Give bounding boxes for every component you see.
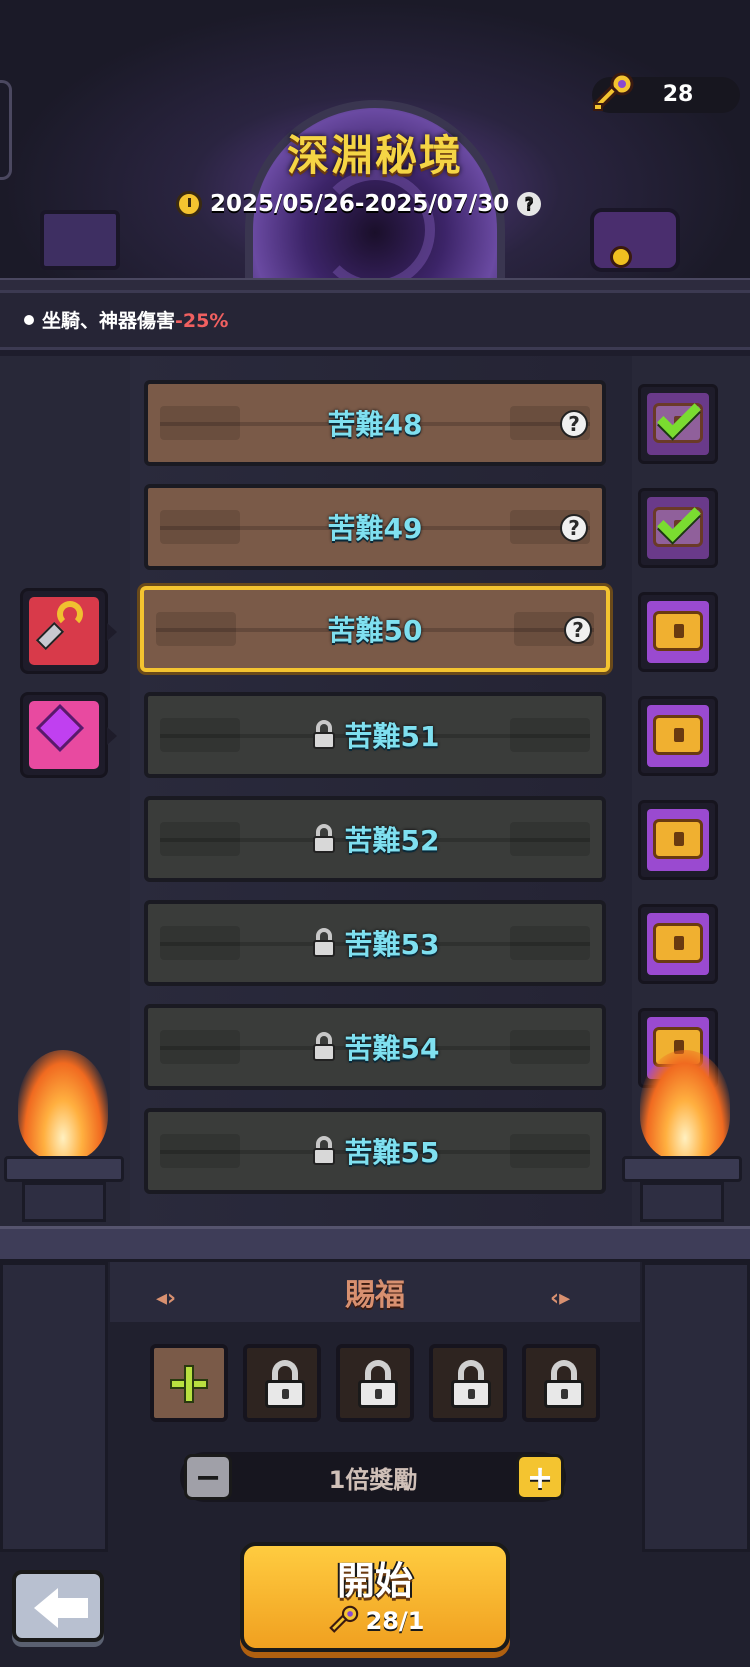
lock-icon xyxy=(311,824,337,854)
chest-52[interactable] xyxy=(638,800,718,880)
brazier-left xyxy=(4,1156,124,1182)
blessing-locked-slot[interactable] xyxy=(522,1344,600,1422)
blessing-locked-slot[interactable] xyxy=(243,1344,321,1422)
reward-pink-crystal[interactable] xyxy=(20,692,117,778)
modifier-value: -25% xyxy=(175,310,229,332)
chest-claimed-48[interactable] xyxy=(638,384,718,464)
decoration-crate xyxy=(40,210,120,270)
back-arrow-icon xyxy=(34,1588,58,1628)
lock-icon xyxy=(544,1360,584,1410)
chest-51[interactable] xyxy=(638,696,718,776)
start-cost: 28/1 xyxy=(240,1604,510,1638)
level-row-55[interactable]: 苦難55 xyxy=(144,1108,606,1194)
stone-ledge xyxy=(0,1226,750,1262)
clock-icon xyxy=(176,191,202,217)
chest-claimed-49[interactable] xyxy=(638,488,718,568)
level-label: 苦難50 xyxy=(327,614,423,647)
brazier-stand-left xyxy=(22,1182,106,1222)
level-row-48[interactable]: 苦難48 ? xyxy=(144,380,606,466)
key-icon xyxy=(592,72,634,111)
level-row-54[interactable]: 苦難54 xyxy=(144,1004,606,1090)
chest-53[interactable] xyxy=(638,904,718,984)
key-count: 28 xyxy=(662,82,694,107)
bullet-icon xyxy=(24,314,34,325)
modifier-label: 坐騎、神器傷害 xyxy=(42,310,176,332)
flame-right-icon xyxy=(640,1050,730,1160)
treasure-chest-icon xyxy=(653,715,703,755)
level-help-button[interactable]: ? xyxy=(560,514,588,542)
monster-eye-icon xyxy=(610,246,632,268)
start-cost-value: 28/1 xyxy=(365,1607,425,1635)
level-label: 苦難48 xyxy=(327,408,423,441)
lock-icon xyxy=(265,1360,305,1410)
treasure-chest-icon xyxy=(653,819,703,859)
horseshoe-icon xyxy=(57,601,83,627)
level-row-53[interactable]: 苦難53 xyxy=(144,900,606,986)
level-row-49[interactable]: 苦難49 ? xyxy=(144,484,606,570)
level-label: 苦難55 xyxy=(344,1136,440,1169)
multiplier-label: 1倍獎勵 xyxy=(328,1466,418,1494)
modifier-text: 坐騎、神器傷害-25% xyxy=(24,306,228,333)
level-label: 苦難52 xyxy=(344,824,440,857)
flame-left-icon xyxy=(18,1050,108,1160)
level-label: 苦難51 xyxy=(344,720,440,753)
event-date-range: 2025/05/26-2025/07/30 xyxy=(210,191,510,217)
lock-icon xyxy=(311,928,337,958)
lock-icon xyxy=(311,720,337,750)
key-icon xyxy=(328,1605,358,1633)
level-help-button[interactable]: ? xyxy=(564,616,592,644)
increase-multiplier-button[interactable]: + xyxy=(516,1454,564,1500)
lock-icon xyxy=(358,1360,398,1410)
page-title: 深淵秘境 xyxy=(286,131,463,180)
lock-icon xyxy=(451,1360,491,1410)
event-help-button[interactable]: ? xyxy=(517,192,542,216)
level-row-51[interactable]: 苦難51 xyxy=(144,692,606,778)
treasure-chest-icon xyxy=(653,611,703,651)
start-button-label: 開始 xyxy=(336,1559,413,1603)
blessing-title: 賜福 xyxy=(345,1278,405,1313)
blessing-locked-slot[interactable] xyxy=(429,1344,507,1422)
blessing-locked-slot[interactable] xyxy=(336,1344,414,1422)
level-label: 苦難53 xyxy=(344,928,440,961)
brazier-right xyxy=(622,1156,742,1182)
level-row-52[interactable]: 苦難52 xyxy=(144,796,606,882)
level-label: 苦難49 xyxy=(327,512,423,545)
header-divider xyxy=(0,278,750,290)
brazier-stand-right xyxy=(640,1182,724,1222)
level-help-button[interactable]: ? xyxy=(560,410,588,438)
reward-hammer-horseshoe[interactable] xyxy=(20,588,117,674)
blessing-add-slot[interactable] xyxy=(150,1344,228,1422)
lock-icon xyxy=(311,1032,337,1062)
chest-50[interactable] xyxy=(638,592,718,672)
back-button[interactable] xyxy=(12,1570,104,1642)
level-row-50[interactable]: 苦難50 ? xyxy=(140,586,610,672)
event-date-row: 2025/05/26-2025/07/30 ? xyxy=(176,186,542,222)
decoration-monster xyxy=(590,208,680,272)
treasure-chest-icon xyxy=(653,923,703,963)
lock-icon xyxy=(311,1136,337,1166)
level-label: 苦難54 xyxy=(344,1032,440,1065)
